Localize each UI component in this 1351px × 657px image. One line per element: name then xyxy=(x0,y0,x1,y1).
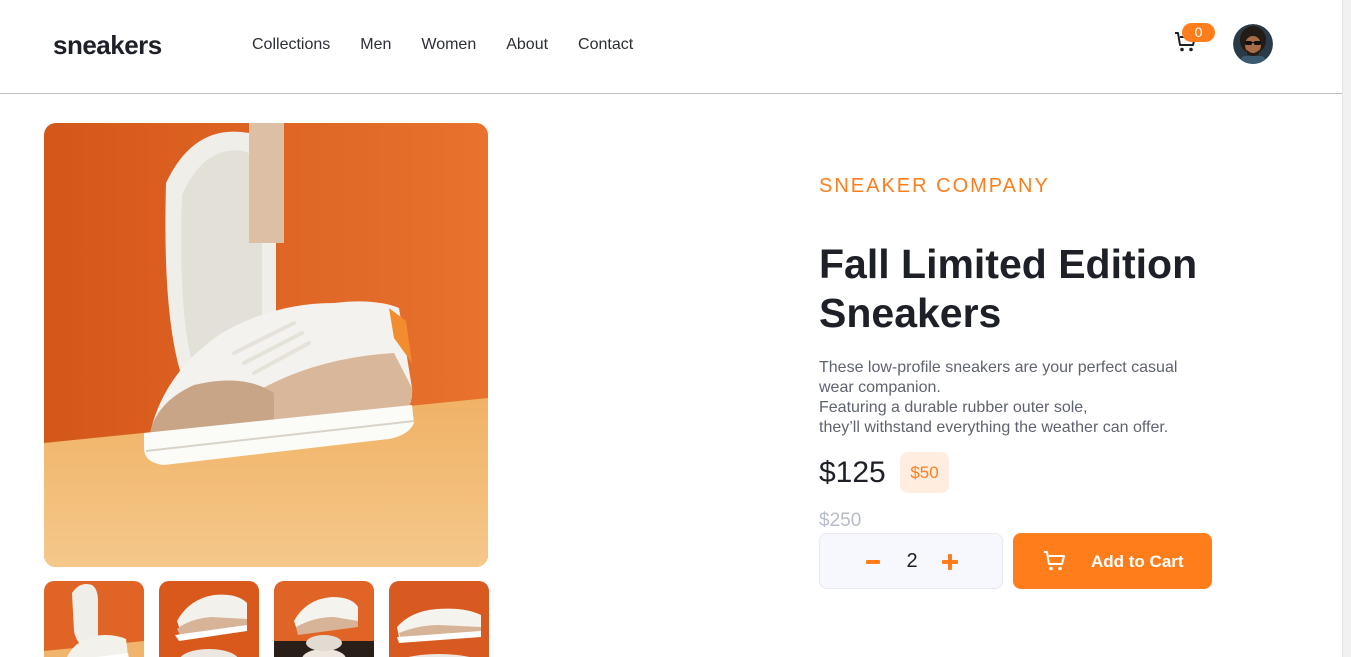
product-thumbnail-3[interactable] xyxy=(274,581,374,657)
product-main-image[interactable] xyxy=(44,123,488,567)
cart-icon xyxy=(1043,550,1067,572)
avatar[interactable] xyxy=(1233,24,1273,64)
description-line: These low-profile sneakers are your perf… xyxy=(819,359,1178,376)
nav-link-women[interactable]: Women xyxy=(421,36,476,54)
product-thumbnail-1[interactable] xyxy=(44,581,144,657)
product-thumbnail-2[interactable] xyxy=(159,581,259,657)
nav-link-about[interactable]: About xyxy=(506,36,548,54)
add-to-cart-label: Add to Cart xyxy=(1091,552,1184,571)
logo[interactable]: sneakers xyxy=(53,30,162,61)
product-title: Fall Limited Edition Sneakers xyxy=(819,241,1198,336)
description-line: Featuring a durable rubber outer sole, xyxy=(819,399,1088,416)
product-thumbnail-4[interactable] xyxy=(389,581,489,657)
quantity-stepper: 2 xyxy=(819,533,1003,589)
discount-badge: $50 xyxy=(900,452,949,493)
product-description: These low-profile sneakers are your perf… xyxy=(819,358,1219,438)
nav-link-men[interactable]: Men xyxy=(360,36,391,54)
nav-link-contact[interactable]: Contact xyxy=(578,36,633,54)
cart-count-badge: 0 xyxy=(1182,23,1215,42)
company-label: SNEAKER COMPANY xyxy=(819,175,1050,197)
plus-icon[interactable] xyxy=(937,551,963,573)
main-nav: Collections Men Women About Contact xyxy=(252,36,663,54)
description-line: wear companion. xyxy=(819,379,941,396)
page-scrollbar[interactable] xyxy=(1342,0,1351,657)
add-to-cart-button[interactable]: Add to Cart xyxy=(1013,533,1212,589)
quantity-value: 2 xyxy=(906,550,918,572)
original-price: $250 xyxy=(819,510,862,531)
description-line: they’ll withstand everything the weather… xyxy=(819,419,1169,436)
site-header: sneakers Collections Men Women About Con… xyxy=(0,0,1342,94)
current-price: $125 xyxy=(819,456,886,489)
minus-icon[interactable] xyxy=(860,551,886,573)
nav-link-collections[interactable]: Collections xyxy=(252,36,330,54)
